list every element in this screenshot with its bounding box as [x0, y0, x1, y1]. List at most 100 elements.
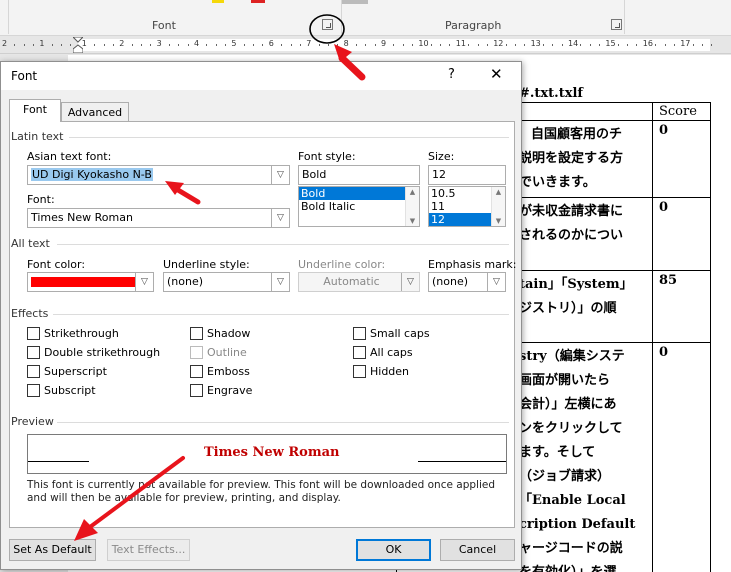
- tab-font-label: Font: [23, 103, 47, 116]
- ruler-number: 2: [119, 39, 125, 48]
- ribbon-separator: [341, 0, 342, 34]
- ruler-number: 7: [306, 39, 312, 48]
- ruler-tick: [318, 44, 320, 46]
- section-effects: Effects: [11, 307, 511, 320]
- cancel-button[interactable]: Cancel: [440, 539, 515, 561]
- font-dialog-launcher-icon[interactable]: [322, 19, 333, 30]
- size-label: Size:: [428, 150, 455, 163]
- chevron-down-icon[interactable]: ▽: [487, 273, 505, 291]
- close-button[interactable]: ✕: [490, 65, 503, 83]
- font-dialog[interactable]: Font ? ✕ Font Advanced Latin text Asian …: [0, 61, 522, 570]
- hidden-checkbox[interactable]: Hidden: [353, 365, 409, 379]
- ruler-tick: [225, 44, 227, 46]
- table-cell-score: 85: [652, 270, 711, 343]
- ruler-tick: [355, 44, 357, 46]
- font-label: Font:: [27, 193, 55, 206]
- ruler-tick: [61, 44, 63, 46]
- subscript-checkbox[interactable]: Subscript: [27, 384, 96, 398]
- set-as-default-button[interactable]: Set As Default: [9, 539, 96, 561]
- ruler-tick: [337, 44, 339, 46]
- document-title: #.txt.txlf: [519, 86, 583, 101]
- engrave-checkbox[interactable]: Engrave: [190, 384, 252, 398]
- all-caps-checkbox[interactable]: All caps: [353, 346, 413, 360]
- asian-font-combo[interactable]: UD Digi Kyokasho N-B ▽: [27, 165, 290, 185]
- chevron-down-icon[interactable]: ▽: [135, 273, 153, 291]
- ruler-tick: [23, 44, 25, 46]
- horizontal-ruler[interactable]: 2 1 1 2 3 4 5 6 7 8 9 10 11 12 13 14 15 16 17: [0, 36, 731, 54]
- underline-style-label: Underline style:: [163, 258, 250, 271]
- font-combo[interactable]: Times New Roman ▽: [27, 208, 290, 228]
- ruler-tick: [281, 44, 283, 46]
- ruler-tick: [215, 44, 217, 46]
- ruler-tick: [374, 44, 376, 46]
- section-label: Latin text: [11, 130, 64, 143]
- ruler-number: 1: [39, 39, 45, 48]
- scrollbar[interactable]: ▲ ▼: [405, 187, 419, 226]
- shading-swatch[interactable]: [342, 0, 368, 4]
- ruler-tick: [262, 44, 264, 46]
- ruler-tick: [430, 44, 432, 46]
- highlight-color-swatch[interactable]: [212, 0, 224, 3]
- ruler-tick: [393, 44, 395, 46]
- tab-font[interactable]: Font: [9, 99, 61, 122]
- font-style-input[interactable]: Bold: [298, 165, 420, 185]
- emphasis-mark-value: (none): [432, 275, 469, 288]
- ok-button[interactable]: OK: [356, 539, 431, 561]
- double-strikethrough-checkbox[interactable]: Double strikethrough: [27, 346, 160, 360]
- scroll-up-icon[interactable]: ▲: [406, 188, 419, 196]
- scroll-down-icon[interactable]: ▼: [406, 217, 419, 225]
- ribbon-separator: [624, 0, 625, 34]
- underline-style-combo[interactable]: (none) ▽: [163, 272, 290, 292]
- font-color-picker[interactable]: ▽: [27, 272, 154, 292]
- ruler-tick: [14, 44, 16, 46]
- font-color-swatch: [31, 277, 135, 287]
- text-effects-button: Text Effects...: [107, 539, 190, 561]
- dialog-titlebar[interactable]: Font ? ✕: [1, 62, 521, 90]
- emphasis-mark-label: Emphasis mark:: [428, 258, 517, 271]
- paragraph-dialog-launcher-icon[interactable]: [611, 19, 622, 30]
- emphasis-mark-combo[interactable]: (none) ▽: [428, 272, 506, 292]
- ruler-tick: [131, 44, 133, 46]
- chevron-down-icon[interactable]: ▽: [271, 273, 289, 291]
- list-item[interactable]: Bold Italic: [299, 200, 419, 213]
- list-item[interactable]: Bold: [299, 187, 419, 200]
- section-latin-text: Latin text: [11, 130, 511, 143]
- ruler-tick: [617, 44, 619, 46]
- font-style-list[interactable]: Bold Bold Italic ▲ ▼: [298, 186, 420, 227]
- ruler-number: 13: [530, 39, 541, 48]
- scroll-down-icon[interactable]: ▼: [492, 217, 505, 225]
- size-input[interactable]: 12: [428, 165, 506, 185]
- ruler-tick: [711, 44, 713, 46]
- chevron-down-icon[interactable]: ▽: [271, 209, 289, 227]
- ruler-tick: [168, 44, 170, 46]
- tab-advanced-label: Advanced: [67, 106, 123, 119]
- scroll-up-icon[interactable]: ▲: [492, 188, 505, 196]
- help-button[interactable]: ?: [448, 67, 455, 82]
- strikethrough-checkbox[interactable]: Strikethrough: [27, 327, 119, 341]
- ruler-tick: [51, 44, 53, 46]
- small-caps-checkbox[interactable]: Small caps: [353, 327, 430, 341]
- ruler-tick: [112, 44, 114, 46]
- shadow-checkbox[interactable]: Shadow: [190, 327, 250, 341]
- ruler-tick: [70, 44, 72, 46]
- ruler-number: 11: [455, 39, 466, 48]
- indent-marker-icon[interactable]: [73, 37, 83, 53]
- superscript-checkbox[interactable]: Superscript: [27, 365, 107, 379]
- size-list[interactable]: 10.5 11 12 ▲ ▼: [428, 186, 506, 227]
- ruler-tick: [140, 44, 142, 46]
- underline-style-value: (none): [167, 275, 204, 288]
- ruler-number: 5: [231, 39, 237, 48]
- chevron-down-icon: ▽: [401, 273, 419, 291]
- scrollbar[interactable]: ▲ ▼: [491, 187, 505, 226]
- ruler-number: 12: [493, 39, 504, 48]
- ruler-tick: [655, 44, 657, 46]
- tab-advanced[interactable]: Advanced: [61, 102, 129, 123]
- ruler-tick: [299, 44, 301, 46]
- chevron-down-icon[interactable]: ▽: [271, 166, 289, 184]
- font-color-swatch[interactable]: [251, 0, 265, 3]
- section-all-text: All text: [11, 237, 511, 250]
- emboss-checkbox[interactable]: Emboss: [190, 365, 250, 379]
- ruler-tick: [187, 44, 189, 46]
- ribbon-group-paragraph: Paragraph: [445, 19, 502, 32]
- ruler-number: 3: [156, 39, 162, 48]
